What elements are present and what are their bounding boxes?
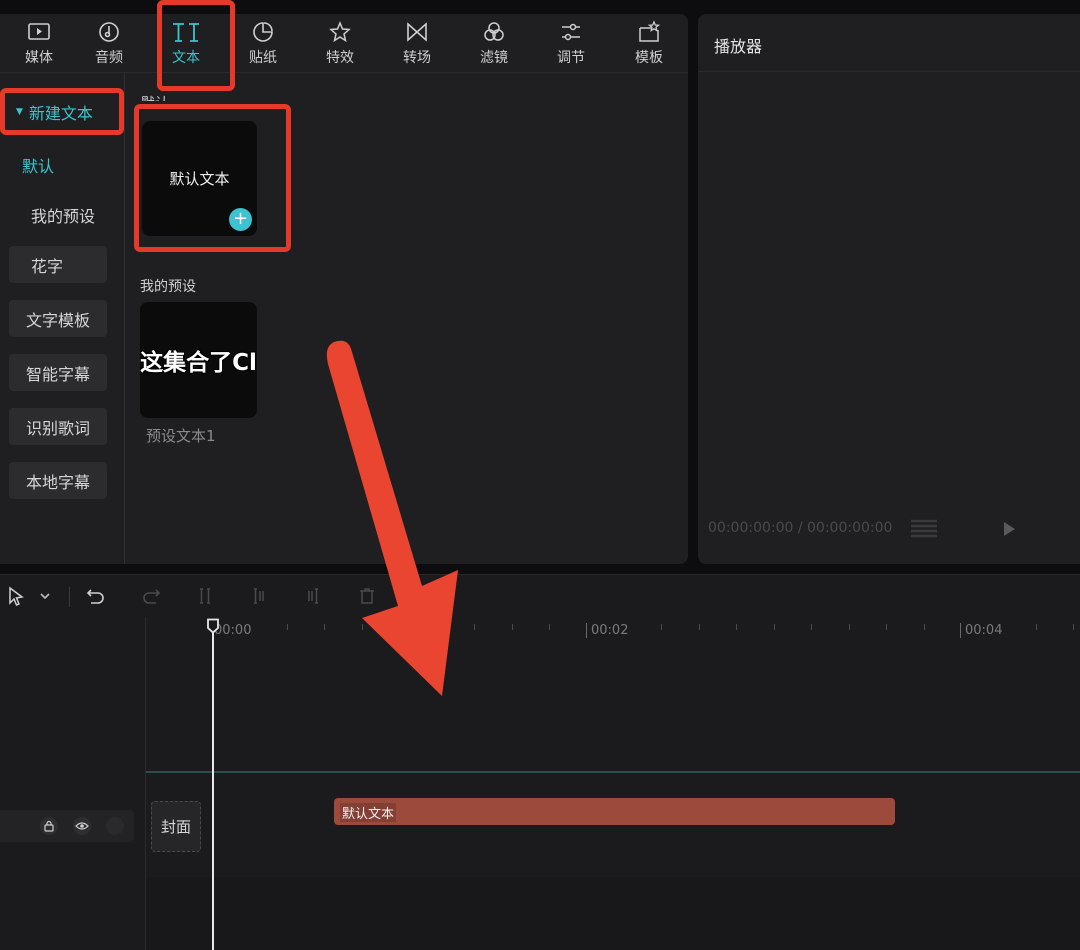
player-panel: 播放器 00:00:00:00 / 00:00:00:00	[698, 14, 1080, 564]
ruler-tick	[1073, 624, 1074, 630]
tab-media[interactable]: 媒体	[0, 14, 78, 72]
ruler-tick	[736, 624, 737, 630]
sidebar-item-my-presets[interactable]: 我的预设	[31, 203, 95, 227]
toolbar-divider	[69, 587, 70, 607]
timecode-readout: 00:00:00:00 / 00:00:00:00	[708, 520, 893, 536]
ruler-tick	[811, 624, 812, 630]
player-title: 播放器	[714, 37, 763, 56]
tab-label: 滤镜	[480, 49, 508, 66]
tab-label: 音频	[95, 49, 123, 66]
lock-icon[interactable]	[40, 817, 58, 835]
cover-thumbnail[interactable]: 封面	[151, 801, 201, 852]
timeline-area: 00:00 00:02 00:04 封面 默认文本	[0, 617, 1080, 950]
main-track-line	[146, 771, 1080, 773]
sidebar-item-recognize-lyrics[interactable]: 识别歌词	[9, 408, 107, 445]
template-icon	[637, 19, 661, 44]
text-icon	[169, 20, 203, 44]
aspect-ratio-icon[interactable]	[909, 518, 939, 540]
ruler-tick-label: 00:04	[960, 623, 1002, 638]
clip-label: 默认文本	[340, 803, 397, 822]
add-icon[interactable]: +	[229, 208, 252, 231]
ruler-tick	[774, 624, 775, 630]
ruler-tick	[512, 624, 513, 630]
mute-icon[interactable]	[106, 817, 124, 835]
sidebar-item-local-subtitle[interactable]: 本地字幕	[9, 462, 107, 499]
redo-icon[interactable]	[140, 585, 162, 607]
preset-text-card[interactable]: 这集合了Cl	[140, 302, 257, 418]
ruler-tick	[287, 624, 288, 630]
sidebar-item-new-text[interactable]: ▼ 新建文本	[10, 95, 118, 129]
default-text-card[interactable]: 默认文本 +	[142, 121, 257, 236]
text-category-sidebar: ▼ 新建文本 默认 我的预设 花字 文字模板 智能字幕 识别歌词 本地字幕	[0, 73, 125, 564]
sidebar-item-text-template[interactable]: 文字模板	[9, 300, 107, 337]
select-pointer-icon[interactable]	[5, 585, 27, 607]
tab-label: 特效	[326, 49, 354, 66]
section-label-default: 默认	[141, 93, 169, 101]
asset-toolbar: 媒体 音频 文本 贴纸 特效 转场 滤镜 调节 模板	[0, 14, 688, 72]
tab-sticker[interactable]: 贴纸	[224, 14, 302, 72]
playhead-handle[interactable]	[206, 618, 220, 634]
preset-caption: 预设文本1	[146, 427, 216, 445]
adjust-icon	[559, 20, 583, 44]
tab-template[interactable]: 模板	[610, 14, 688, 72]
section-label-my-presets: 我的预设	[140, 279, 196, 295]
sticker-icon	[251, 20, 275, 44]
empty-track-band	[146, 877, 1080, 950]
audio-icon	[97, 20, 121, 44]
ruler-tick	[886, 624, 887, 630]
ruler-tick	[549, 624, 550, 630]
sidebar-item-default[interactable]: 默认	[22, 153, 54, 177]
tab-label: 文本	[172, 49, 200, 66]
track-controls	[0, 810, 134, 842]
tab-label: 贴纸	[249, 49, 277, 66]
sidebar-item-fancy-text[interactable]: 花字	[9, 246, 107, 283]
pointer-arrow-icon	[326, 340, 458, 696]
undo-icon[interactable]	[85, 585, 107, 607]
media-icon	[27, 20, 51, 44]
chevron-down-icon[interactable]	[34, 585, 56, 607]
tab-transition[interactable]: 转场	[378, 14, 456, 72]
ruler-tick	[699, 624, 700, 630]
tab-label: 模板	[635, 49, 663, 66]
sidebar-item-label: 新建文本	[28, 104, 93, 123]
caret-down-icon: ▼	[16, 107, 23, 117]
ruler-tick-label: 00:02	[586, 623, 628, 638]
playhead-line[interactable]	[212, 631, 214, 950]
visibility-eye-icon[interactable]	[73, 817, 91, 835]
preset-preview-text: 这集合了Cl	[140, 350, 257, 376]
track-header-column	[0, 617, 146, 950]
card-label: 默认文本	[169, 170, 230, 188]
trim-left-icon[interactable]	[248, 585, 270, 607]
filter-icon	[482, 20, 506, 44]
tab-label: 调节	[557, 49, 585, 66]
ruler-tick	[924, 624, 925, 630]
tab-audio[interactable]: 音频	[70, 14, 148, 72]
tab-label: 媒体	[25, 49, 53, 66]
ruler-tick	[1036, 624, 1037, 630]
tab-effects[interactable]: 特效	[301, 14, 379, 72]
tab-filter[interactable]: 滤镜	[455, 14, 533, 72]
split-icon[interactable]	[194, 585, 216, 607]
transition-icon	[405, 20, 429, 44]
tab-label: 转场	[403, 49, 431, 66]
ruler-tick	[849, 624, 850, 630]
sidebar-item-smart-subtitle[interactable]: 智能字幕	[9, 354, 107, 391]
play-icon[interactable]	[1000, 520, 1018, 538]
text-clip[interactable]: 默认文本	[334, 798, 895, 825]
effects-icon	[328, 20, 352, 44]
player-header: 播放器	[698, 14, 1080, 72]
tab-text[interactable]: 文本	[147, 14, 225, 72]
time-ruler[interactable]: 00:00 00:02 00:04	[146, 617, 1080, 647]
ruler-tick	[661, 624, 662, 630]
tab-adjust[interactable]: 调节	[532, 14, 610, 72]
timeline-toolbar	[0, 574, 1080, 618]
